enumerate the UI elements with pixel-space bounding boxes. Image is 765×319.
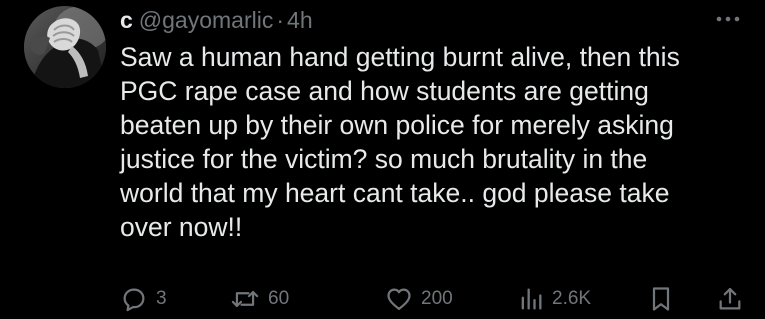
bookmark-button[interactable] [648,284,674,314]
action-bar: 3 60 200 2.6K [120,284,745,314]
views-button[interactable]: 2.6K [518,284,591,314]
more-icon [716,16,740,22]
repost-button[interactable]: 60 [230,284,289,314]
bookmark-icon [652,287,670,311]
repost-count: 60 [268,288,290,309]
display-name[interactable]: c [120,7,133,33]
share-button[interactable] [716,284,744,314]
timestamp[interactable]: 4h [287,7,313,33]
avatar[interactable] [24,6,106,88]
more-button[interactable] [715,12,741,26]
reply-button[interactable]: 3 [120,284,167,314]
like-button[interactable]: 200 [385,284,453,314]
reply-count: 3 [156,288,167,309]
separator-dot: · [276,7,285,33]
heart-icon [387,288,411,311]
avatar-image [24,6,106,88]
tweet-header: c @gayomarlic · 4h [120,7,313,33]
like-count: 200 [421,288,453,309]
user-handle[interactable]: @gayomarlic [139,7,274,33]
share-icon [719,287,741,310]
repost-icon [231,290,259,308]
views-icon [521,288,542,310]
tweet-text: Saw a human hand getting burnt alive, th… [120,42,680,242]
reply-icon [123,288,145,312]
tweet[interactable]: c @gayomarlic · 4h Saw a human hand gett… [0,0,765,319]
views-count: 2.6K [552,288,592,309]
